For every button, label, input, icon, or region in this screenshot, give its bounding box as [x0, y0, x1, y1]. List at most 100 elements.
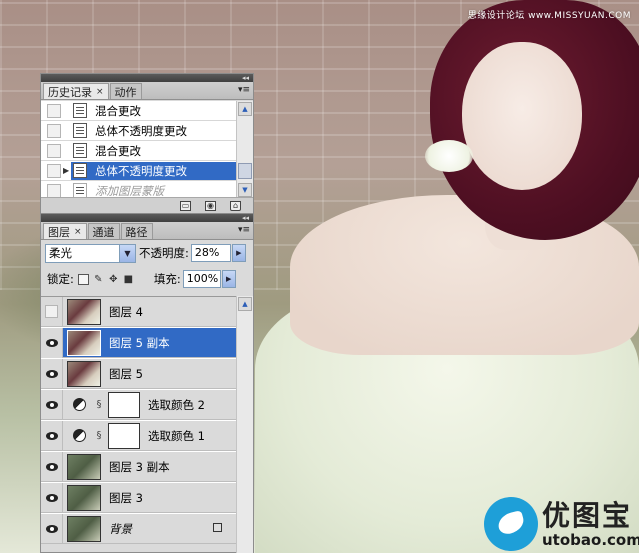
close-icon[interactable]: ×: [96, 87, 104, 97]
history-item-selected[interactable]: ▶ 总体不透明度更改: [41, 161, 236, 181]
camera-snapshot-icon[interactable]: ◉: [205, 200, 216, 211]
layer-name: 图层 5 副本: [109, 335, 170, 350]
tab-history[interactable]: 历史记录 ×: [43, 83, 109, 99]
visibility-toggle[interactable]: [41, 451, 63, 482]
logo-chinese-text: 优图宝: [542, 499, 633, 532]
scroll-thumb[interactable]: [238, 163, 252, 179]
link-chain-icon[interactable]: §: [94, 399, 104, 410]
layer-mask-thumbnail[interactable]: [108, 422, 140, 449]
visibility-toggle[interactable]: [41, 482, 63, 513]
visibility-toggle[interactable]: [41, 296, 63, 327]
tab-actions-label: 动作: [114, 85, 137, 99]
history-item-label: 总体不透明度更改: [95, 163, 187, 178]
fill-input[interactable]: 100%: [182, 270, 221, 288]
layer-name: 背景: [109, 521, 132, 536]
layer-row[interactable]: 图层 5: [41, 358, 236, 389]
eye-icon[interactable]: [45, 462, 58, 471]
tab-channels-label: 通道: [92, 225, 115, 239]
lock-fill-row: 锁定: ✎ ✥ ■ 填充: 100% ▶: [41, 267, 253, 291]
history-scrollbar[interactable]: ▲ ▼: [236, 101, 253, 198]
history-state-icon: [73, 123, 87, 138]
face: [462, 42, 582, 190]
visibility-toggle[interactable]: [41, 420, 63, 451]
history-pointer-icon: ▶: [63, 166, 70, 175]
site-logo: 优图宝 utobao.com: [484, 497, 639, 551]
lock-transparency-icon[interactable]: [77, 273, 89, 285]
lock-all-icon[interactable]: ■: [123, 274, 134, 285]
visibility-toggle[interactable]: [41, 513, 63, 544]
opacity-label: 不透明度:: [139, 246, 189, 260]
layer-row[interactable]: § 选取颜色 2: [41, 389, 236, 420]
eye-icon[interactable]: [45, 524, 58, 533]
layer-name: 图层 5: [109, 366, 143, 381]
layer-name: 选取颜色 2: [148, 397, 205, 412]
history-brush-source-checkbox[interactable]: [47, 103, 61, 118]
bird-logo-icon: [484, 497, 538, 551]
chevron-down-icon[interactable]: ▼: [119, 244, 135, 262]
history-item[interactable]: 混合更改: [41, 101, 236, 121]
panel-title-bar[interactable]: ◂◂: [41, 74, 253, 82]
layer-row[interactable]: 图层 3 副本: [41, 451, 236, 482]
history-item-label: 混合更改: [95, 103, 141, 118]
visibility-off-icon[interactable]: [45, 305, 58, 318]
collapse-arrows-icon[interactable]: ◂◂: [242, 75, 249, 82]
layer-mask-thumbnail[interactable]: [108, 391, 140, 418]
eye-icon[interactable]: [45, 338, 58, 347]
history-item-label: 混合更改: [95, 143, 141, 158]
new-document-icon[interactable]: ▭: [180, 200, 191, 211]
visibility-toggle[interactable]: [41, 389, 63, 420]
history-state-icon: [73, 163, 87, 178]
link-chain-icon[interactable]: §: [94, 430, 104, 441]
history-footer: ▭ ◉ ⌂: [41, 197, 253, 213]
tab-layers[interactable]: 图层 ×: [43, 223, 87, 239]
tab-paths[interactable]: 路径: [120, 223, 153, 239]
history-brush-source-checkbox[interactable]: [47, 123, 61, 138]
visibility-toggle[interactable]: [41, 358, 63, 389]
history-item[interactable]: 总体不透明度更改: [41, 121, 236, 141]
trash-icon[interactable]: ⌂: [230, 200, 241, 211]
layers-list: 图层 4 图层 5 副本 图层 5 § 选取颜色 2 § 选取颜色 1 图层 3…: [41, 296, 236, 544]
layer-name: 图层 3: [109, 490, 143, 505]
history-brush-source-checkbox[interactable]: [47, 183, 61, 198]
opacity-slider-arrow-icon[interactable]: ▶: [231, 244, 246, 262]
panel-menu-icon[interactable]: ▾≡: [238, 85, 250, 95]
opacity-input[interactable]: 28%: [190, 244, 231, 262]
eye-icon[interactable]: [45, 493, 58, 502]
history-brush-source-checkbox[interactable]: [47, 163, 61, 178]
lock-paint-brush-icon[interactable]: ✎: [93, 274, 104, 285]
tab-history-label: 历史记录: [48, 85, 92, 99]
scroll-up-icon[interactable]: ▲: [238, 297, 252, 311]
history-state-icon: [73, 103, 87, 118]
history-item[interactable]: 混合更改: [41, 141, 236, 161]
layer-thumbnail: [67, 453, 101, 480]
panel-title-bar[interactable]: ◂◂: [41, 214, 253, 222]
layers-scrollbar[interactable]: ▲: [236, 296, 253, 553]
layer-row[interactable]: 图层 3: [41, 482, 236, 513]
adjustment-layer-icon: [73, 398, 86, 411]
scroll-up-icon[interactable]: ▲: [238, 102, 252, 116]
lock-icon: [213, 523, 222, 532]
layer-thumbnail: [67, 298, 101, 325]
fill-slider-arrow-icon[interactable]: ▶: [221, 270, 236, 288]
blend-mode-select[interactable]: 柔光 ▼: [45, 243, 136, 263]
history-panel: ◂◂ 历史记录 × 动作 ▾≡ 混合更改 总体不透明度更改 混合更改 ▶ 总体不…: [40, 73, 254, 214]
panel-menu-icon[interactable]: ▾≡: [238, 225, 250, 235]
lock-position-move-icon[interactable]: ✥: [108, 274, 119, 285]
eye-icon[interactable]: [45, 431, 58, 440]
layer-row[interactable]: § 选取颜色 1: [41, 420, 236, 451]
eye-icon[interactable]: [45, 369, 58, 378]
layer-row-selected[interactable]: 图层 5 副本: [41, 327, 236, 358]
watermark-text: 思缘设计论坛 www.MISSYUAN.COM: [467, 11, 631, 21]
tab-channels[interactable]: 通道: [87, 223, 120, 239]
layer-row[interactable]: 图层 4: [41, 296, 236, 327]
collapse-arrows-icon[interactable]: ◂◂: [242, 215, 249, 222]
layer-row[interactable]: 背景: [41, 513, 236, 544]
history-brush-source-checkbox[interactable]: [47, 143, 61, 158]
eye-icon[interactable]: [45, 400, 58, 409]
close-icon[interactable]: ×: [74, 227, 82, 237]
tab-actions[interactable]: 动作: [109, 83, 142, 99]
scroll-down-icon[interactable]: ▼: [238, 183, 252, 197]
visibility-toggle[interactable]: [41, 327, 63, 358]
layer-name: 选取颜色 1: [148, 428, 205, 443]
history-item-label: 总体不透明度更改: [95, 123, 187, 138]
